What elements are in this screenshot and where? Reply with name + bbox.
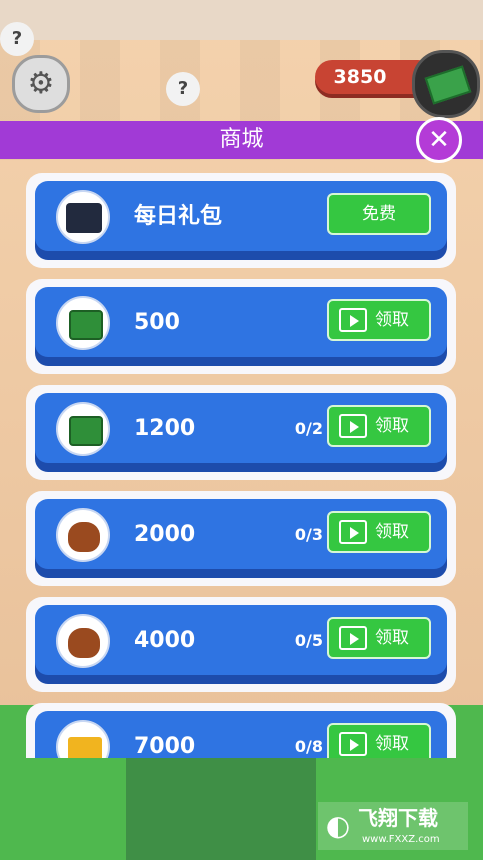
video-play-icon bbox=[339, 626, 367, 650]
watermark-url: www.FXXZ.com bbox=[362, 834, 440, 845]
watermark-title: 飞翔下载 bbox=[358, 806, 438, 830]
background-path bbox=[126, 755, 316, 860]
video-claim-button[interactable]: 领取 bbox=[327, 405, 431, 447]
item-label: 4000 bbox=[134, 628, 196, 653]
shop-item-7000: 7000 0/8 领取 bbox=[26, 703, 456, 758]
claim-counter: 0/5 bbox=[294, 631, 323, 650]
emote-bubble: ? bbox=[0, 22, 34, 56]
watermark-logo-icon: ◐ bbox=[325, 809, 351, 842]
cash-stack-icon bbox=[56, 296, 110, 350]
button-label: 领取 bbox=[375, 416, 409, 436]
video-claim-button[interactable]: 领取 bbox=[327, 723, 431, 758]
button-label: 领取 bbox=[375, 310, 409, 330]
video-claim-button[interactable]: 领取 bbox=[327, 511, 431, 553]
site-watermark: ◐ 飞翔下载 www.FXXZ.com bbox=[318, 802, 468, 850]
money-bag-coins-icon bbox=[56, 614, 110, 668]
item-label: 7000 bbox=[134, 734, 196, 758]
shop-item-4000: 4000 0/5 领取 bbox=[26, 597, 456, 692]
button-label: 免费 bbox=[362, 204, 396, 224]
emote-bubble: ? bbox=[166, 72, 200, 106]
close-button[interactable]: ✕ bbox=[416, 117, 462, 163]
claim-counter: 0/8 bbox=[294, 737, 323, 756]
shop-item-daily-gift: 每日礼包 免费 bbox=[26, 173, 456, 268]
button-label: 领取 bbox=[375, 522, 409, 542]
item-label: 500 bbox=[134, 310, 180, 335]
video-play-icon bbox=[339, 414, 367, 438]
cash-icon bbox=[412, 50, 480, 118]
shop-item-2000: 2000 0/3 领取 bbox=[26, 491, 456, 586]
close-icon: ✕ bbox=[428, 125, 450, 155]
item-label: 每日礼包 bbox=[134, 204, 223, 229]
settings-button[interactable]: ⚙ bbox=[12, 55, 70, 113]
background-wall bbox=[0, 0, 483, 40]
item-label: 2000 bbox=[134, 522, 196, 547]
cash-stack-icon bbox=[56, 402, 110, 456]
briefcase-icon bbox=[56, 190, 110, 244]
shop-item-500: 500 领取 bbox=[26, 279, 456, 374]
video-play-icon bbox=[339, 732, 367, 756]
button-label: 领取 bbox=[375, 734, 409, 754]
cash-amount: 3850 bbox=[333, 66, 387, 88]
shop-item-1200: 1200 0/2 领取 bbox=[26, 385, 456, 480]
shop-item-list[interactable]: 每日礼包 免费 500 领取 1200 0/2 领取 2000 0/3 领取 4… bbox=[26, 173, 456, 758]
item-label: 1200 bbox=[134, 416, 196, 441]
gold-bars-icon bbox=[56, 720, 110, 758]
shop-title: 商城 bbox=[219, 127, 264, 152]
video-play-icon bbox=[339, 520, 367, 544]
claim-counter: 0/2 bbox=[294, 419, 323, 438]
video-claim-button[interactable]: 领取 bbox=[327, 299, 431, 341]
video-claim-button[interactable]: 领取 bbox=[327, 617, 431, 659]
money-bag-icon bbox=[56, 508, 110, 562]
button-label: 领取 bbox=[375, 628, 409, 648]
shop-title-bar: 商城 bbox=[0, 121, 483, 159]
free-claim-button[interactable]: 免费 bbox=[327, 193, 431, 235]
claim-counter: 0/3 bbox=[294, 525, 323, 544]
gear-icon: ⚙ bbox=[27, 66, 55, 101]
video-play-icon bbox=[339, 308, 367, 332]
